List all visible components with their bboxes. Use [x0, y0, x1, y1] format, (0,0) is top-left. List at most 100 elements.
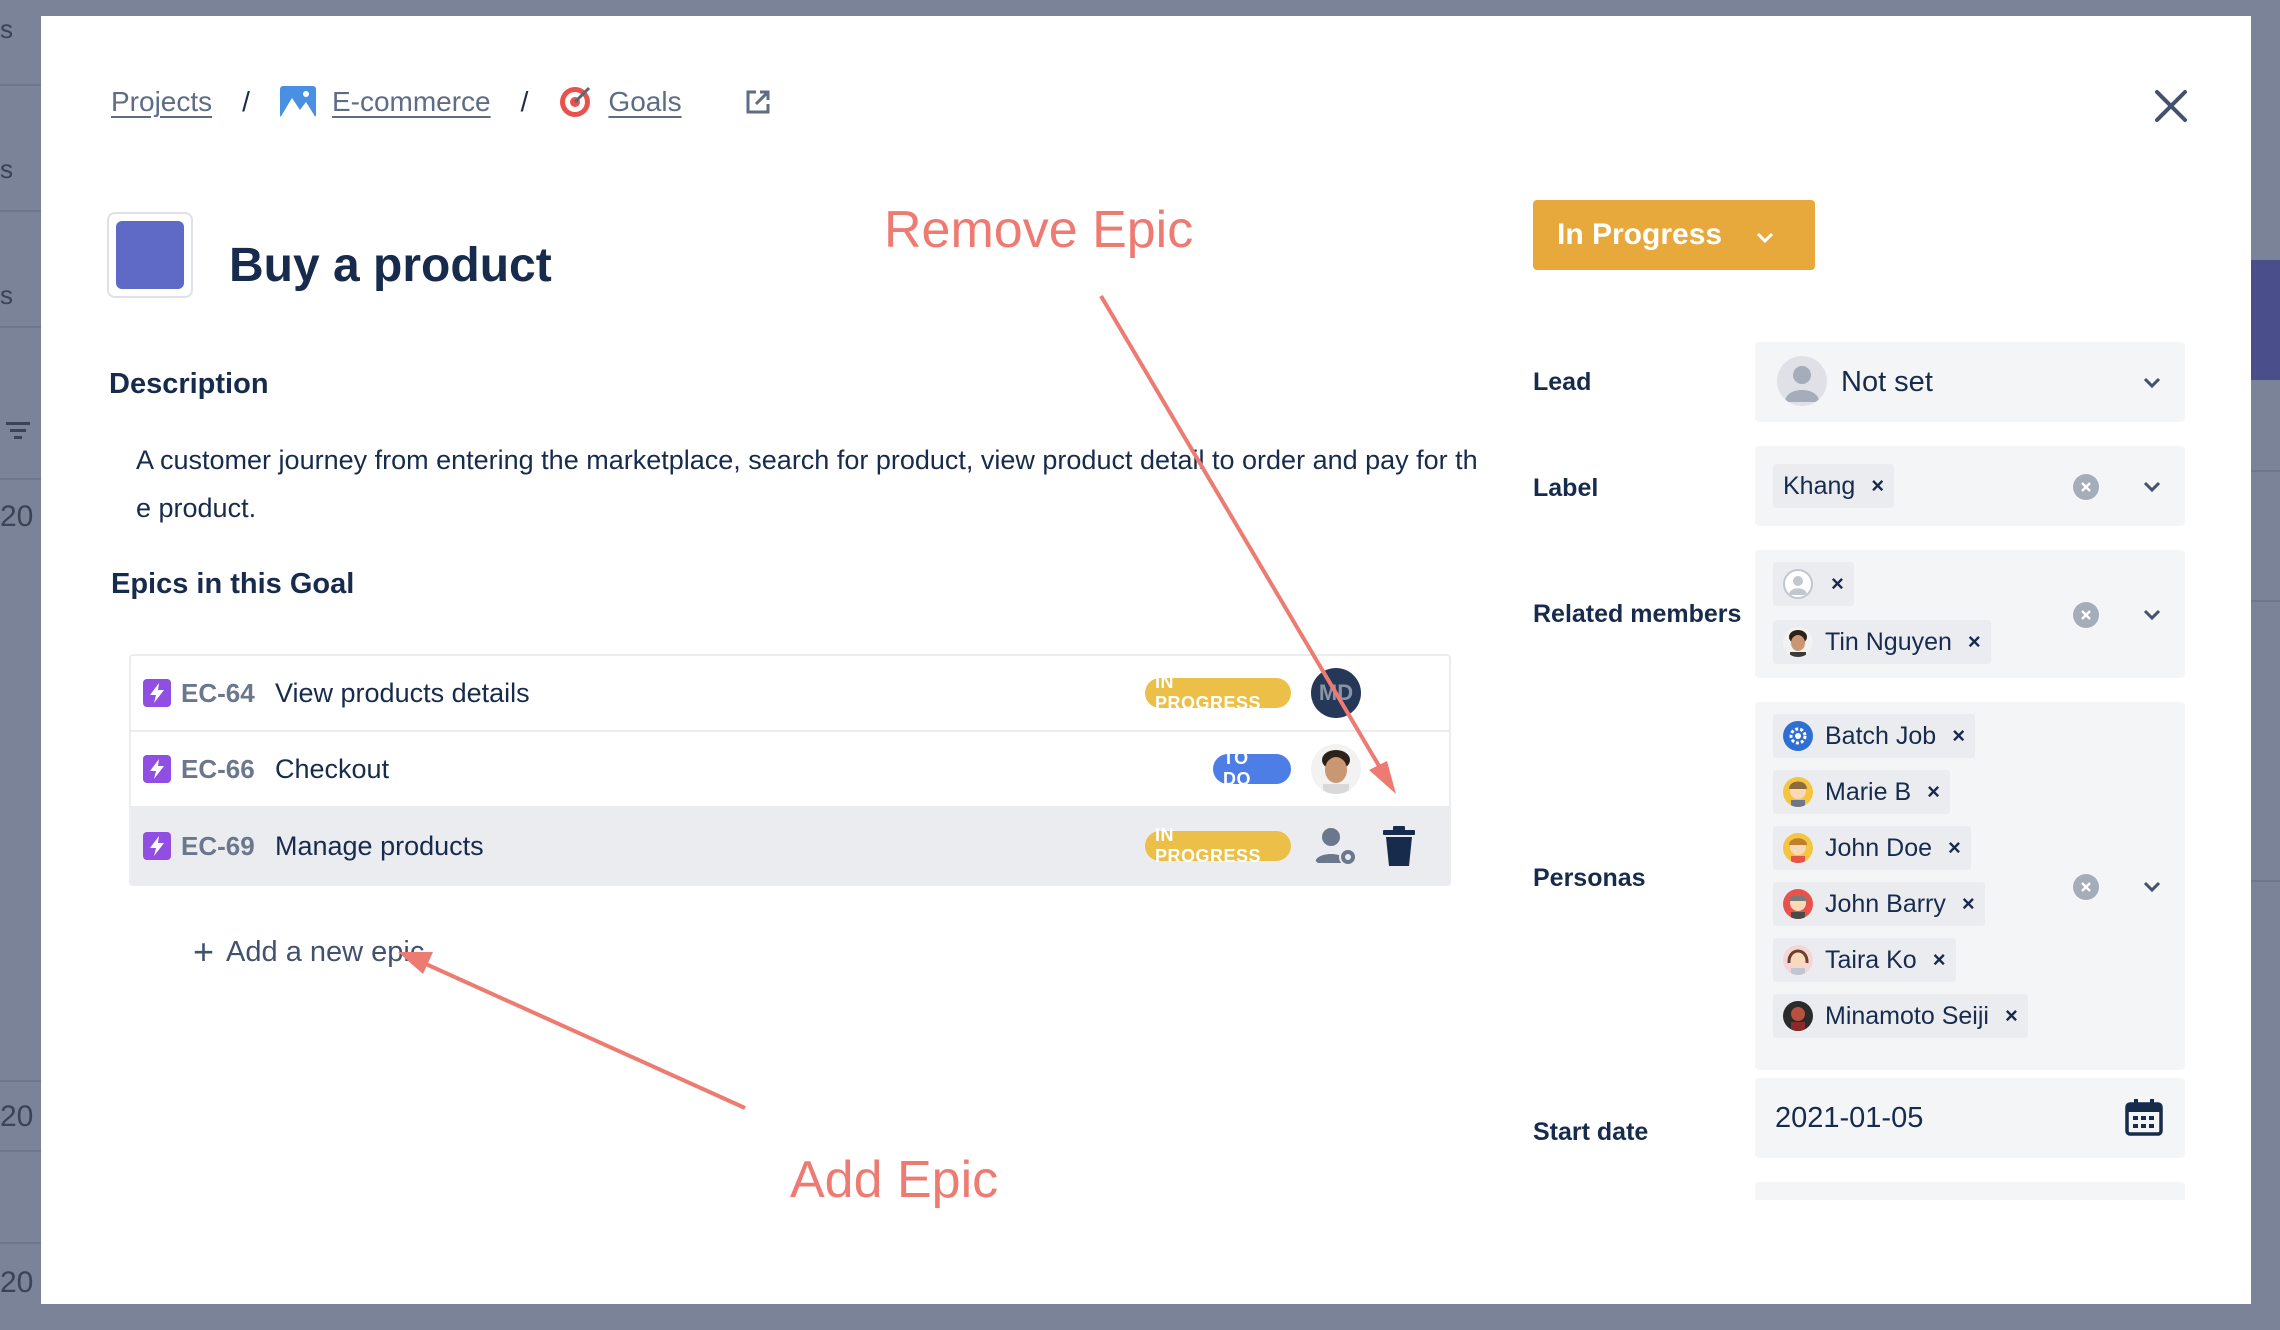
remove-chip-icon[interactable]: × [1962, 891, 1975, 917]
project-mountain-icon [279, 86, 316, 118]
epics-heading: Epics in this Goal [111, 568, 355, 600]
status-label: In Progress [1557, 218, 1723, 251]
chevron-down-icon[interactable] [2139, 474, 2165, 500]
chevron-down-icon[interactable] [2139, 874, 2165, 900]
user-settings-icon[interactable] [1311, 821, 1361, 871]
bg-text: s [0, 14, 13, 44]
lead-value: Not set [1841, 366, 1933, 398]
user-placeholder-icon [1783, 569, 1813, 599]
remove-chip-icon[interactable]: × [1871, 473, 1884, 499]
plus-icon: + [193, 931, 215, 972]
goal-description[interactable]: A customer journey from entering the mar… [136, 436, 1481, 532]
epic-name[interactable]: Manage products [275, 831, 484, 862]
bg-text: 20 [0, 1266, 34, 1299]
chevron-down-icon[interactable] [2139, 602, 2165, 628]
bg-text: s [0, 280, 13, 310]
clear-icon[interactable] [2073, 874, 2099, 900]
chip-text: Khang [1783, 471, 1856, 500]
avatar[interactable]: MD [1311, 668, 1361, 718]
annotation-remove-epic: Remove Epic [884, 201, 1194, 259]
epics-table: EC-64 View products details IN PROGRESS … [129, 654, 1451, 886]
remove-chip-icon[interactable]: × [1927, 779, 1940, 805]
bg-divider [0, 84, 42, 86]
persona-chip: John Barry × [1773, 882, 1985, 926]
goal-color-picker[interactable] [107, 212, 193, 298]
remove-chip-icon[interactable]: × [1933, 947, 1946, 973]
chip-text: Marie B [1825, 777, 1912, 806]
member-chip: × [1773, 562, 1854, 606]
bg-text: s [0, 154, 13, 184]
epic-lightning-icon [143, 679, 171, 707]
remove-chip-icon[interactable]: × [1968, 629, 1981, 655]
avatar [1783, 889, 1813, 919]
chip-text: Minamoto Seiji [1825, 1001, 1989, 1030]
bg-divider [0, 210, 42, 212]
avatar [1783, 1001, 1813, 1031]
annotation-add-epic: Add Epic [790, 1151, 999, 1209]
epic-name[interactable]: View products details [275, 678, 530, 709]
epic-key[interactable]: EC-69 [181, 831, 271, 862]
external-link-icon[interactable] [744, 88, 772, 116]
epic-key[interactable]: EC-64 [181, 678, 271, 709]
member-chip: Tin Nguyen × [1773, 620, 1991, 664]
add-epic-label: Add a new epic [226, 935, 425, 968]
calendar-icon[interactable] [2125, 1098, 2163, 1141]
chip-text: John Barry [1825, 889, 1946, 918]
status-dropdown[interactable]: In Progress [1533, 200, 1815, 270]
filter-icon [6, 422, 30, 439]
remove-chip-icon[interactable]: × [1952, 723, 1965, 749]
clear-icon[interactable] [2073, 602, 2099, 628]
avatar[interactable] [1311, 744, 1361, 794]
status-lozenge: IN PROGRESS [1145, 825, 1291, 866]
bg-divider [2251, 880, 2280, 882]
lead-select[interactable]: Not set [1755, 342, 2185, 422]
persona-chip: Marie B × [1773, 770, 1950, 814]
chip-text: Taira Ko [1825, 945, 1917, 974]
clear-icon[interactable] [2073, 474, 2099, 500]
avatar [1783, 833, 1813, 863]
breadcrumb-project-link[interactable]: E-commerce [332, 86, 491, 118]
epic-lightning-icon [143, 832, 171, 860]
avatar [1783, 777, 1813, 807]
epic-name[interactable]: Checkout [275, 754, 389, 785]
chip-text: Tin Nguyen [1825, 627, 1952, 656]
epic-row[interactable]: EC-66 Checkout TO DO [131, 732, 1449, 808]
goal-detail-modal: Projects / E-commerce / Goals Buy a prod… [41, 16, 2251, 1304]
label-label: Label [1533, 474, 1599, 502]
related-members-select[interactable]: × Tin Nguyen × [1755, 550, 2185, 678]
persona-chip: Taira Ko × [1773, 938, 1956, 982]
remove-chip-icon[interactable]: × [2005, 1003, 2018, 1029]
remove-chip-icon[interactable]: × [1948, 835, 1961, 861]
label-select[interactable]: Khang × [1755, 446, 2185, 526]
chevron-down-icon[interactable] [2139, 370, 2165, 396]
trash-icon[interactable] [1381, 826, 1417, 866]
epic-row[interactable]: EC-64 View products details IN PROGRESS … [131, 656, 1449, 732]
breadcrumb-separator: / [520, 86, 529, 117]
chip-text: John Doe [1825, 833, 1933, 862]
avatar [1783, 945, 1813, 975]
next-field-box [1755, 1182, 2185, 1200]
breadcrumb-goals-link[interactable]: Goals [608, 86, 681, 118]
bg-divider [2251, 470, 2280, 472]
breadcrumb-separator: / [242, 86, 250, 117]
personas-label: Personas [1533, 864, 1646, 892]
persona-chip: Batch Job × [1773, 714, 1976, 758]
bg-divider [2251, 600, 2280, 602]
bg-divider [0, 1080, 42, 1082]
personas-select[interactable]: Batch Job × Marie B × John Doe × John Ba… [1755, 702, 2185, 1070]
remove-chip-icon[interactable]: × [1831, 571, 1844, 597]
goal-title[interactable]: Buy a product [229, 238, 552, 293]
bg-text: 20 [0, 1100, 34, 1133]
epic-key[interactable]: EC-66 [181, 754, 271, 785]
start-date-label: Start date [1533, 1118, 1649, 1146]
add-epic-button[interactable]: + Add a new epic [193, 934, 424, 970]
chevron-down-icon [1756, 218, 1774, 252]
epic-row[interactable]: EC-69 Manage products IN PROGRESS [131, 808, 1449, 884]
description-heading: Description [109, 368, 269, 400]
close-icon[interactable] [2141, 76, 2201, 136]
breadcrumb: Projects / E-commerce / Goals [111, 72, 772, 132]
start-date-picker[interactable]: 2021-01-05 [1755, 1078, 2185, 1158]
start-date-value[interactable]: 2021-01-05 [1775, 1102, 1923, 1135]
breadcrumb-projects-link[interactable]: Projects [111, 86, 212, 118]
chip-text: Batch Job [1825, 721, 1937, 750]
